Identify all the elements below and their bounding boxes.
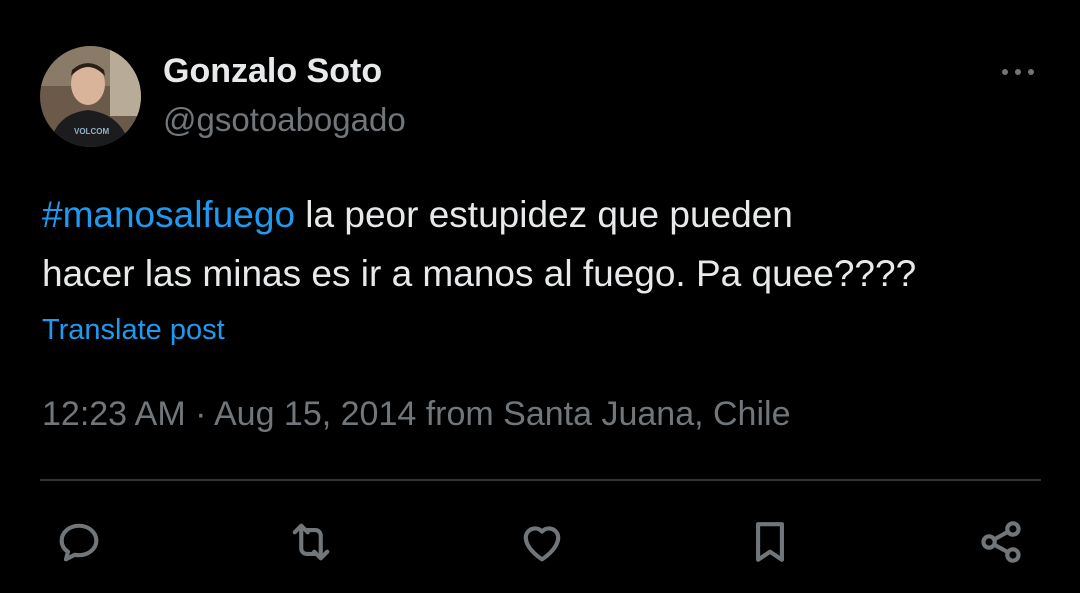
divider [40, 479, 1041, 481]
bookmark-button[interactable] [744, 516, 796, 568]
repost-button[interactable] [285, 516, 337, 568]
post-text-line-1: #manosalfuego la peor estupidez que pued… [42, 185, 1052, 244]
translate-post-link[interactable]: Translate post [42, 312, 225, 348]
bookmark-icon [756, 522, 784, 562]
post-timestamp[interactable]: 12:23 AM · Aug 15, 2014 from Santa Juana… [42, 393, 790, 435]
post-text-line-2: hacer las minas es ir a manos al fuego. … [42, 253, 917, 294]
share-button[interactable] [975, 516, 1027, 568]
avatar-photo: VOLCOM [40, 46, 141, 147]
like-button[interactable] [516, 516, 568, 568]
more-button[interactable] [996, 56, 1040, 88]
share-icon [981, 521, 1021, 563]
like-icon [523, 526, 561, 562]
reply-button[interactable] [53, 516, 105, 568]
hashtag-link[interactable]: #manosalfuego [42, 194, 295, 235]
avatar[interactable]: VOLCOM [40, 46, 141, 147]
author-display-name[interactable]: Gonzalo Soto [163, 50, 382, 92]
avatar-shirt-text: VOLCOM [74, 127, 109, 136]
more-horizontal-icon [1002, 69, 1034, 75]
reply-icon [59, 523, 99, 562]
repost-icon [292, 523, 330, 561]
post-text-line-1-rest: la peor estupidez que pueden [295, 194, 793, 235]
post-text: #manosalfuego la peor estupidez que pued… [42, 185, 1052, 303]
author-handle[interactable]: @gsotoabogado [163, 99, 406, 141]
